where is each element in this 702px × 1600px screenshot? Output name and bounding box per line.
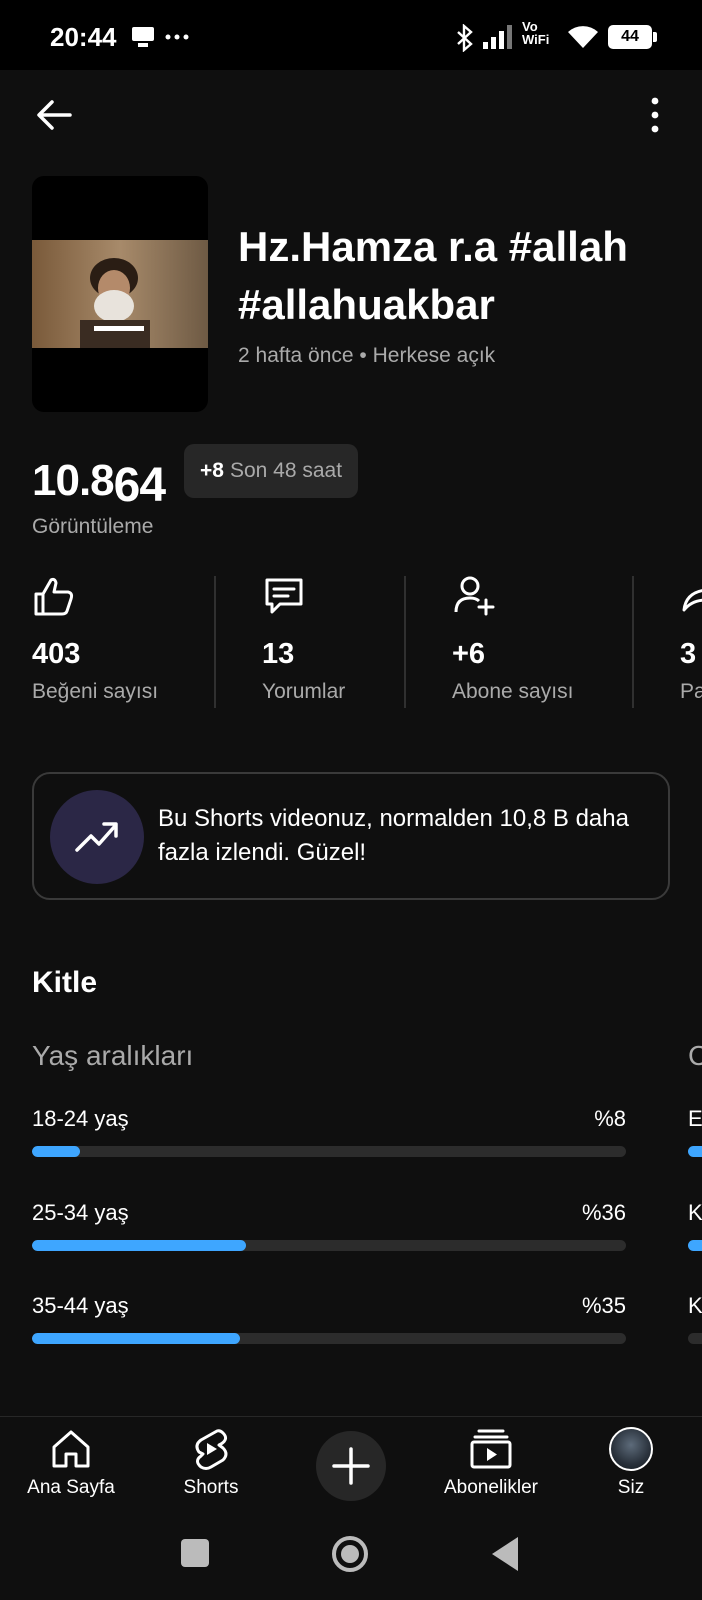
recent-views-chip: +8 Son 48 saat xyxy=(184,444,359,498)
create-button[interactable] xyxy=(316,1431,386,1501)
age-ranges-title: Yaş aralıkları xyxy=(32,1040,194,1071)
next-card-title-peek: C xyxy=(688,1040,702,1071)
nav-home[interactable]: Ana Sayfa xyxy=(6,1427,136,1499)
recent-views-period: Son 48 saat xyxy=(229,459,343,482)
vowifi-icon: Vo WiFi xyxy=(522,19,550,47)
insight-card[interactable]: Bu Shorts videonuz, normalden 10,8 B dah… xyxy=(32,772,670,900)
metric-shares[interactable]: 3 Pa xyxy=(680,574,702,710)
bluetooth-icon xyxy=(457,24,473,52)
age-bar-fill xyxy=(32,1240,246,1251)
comment-icon xyxy=(265,578,303,614)
metric-label: Pa xyxy=(680,680,702,703)
metric-divider xyxy=(404,576,406,708)
metric-label: Yorumlar xyxy=(262,680,346,703)
metric-label: Beğeni sayısı xyxy=(32,680,159,703)
next-card-label-peek: K xyxy=(688,1293,702,1318)
metric-divider xyxy=(632,576,634,708)
recents-square-icon[interactable] xyxy=(178,1536,212,1570)
more-vert-icon[interactable] xyxy=(640,92,670,138)
metric-value: 3 xyxy=(680,638,697,670)
shorts-icon xyxy=(195,1429,228,1470)
more-dots-icon xyxy=(165,34,189,40)
system-nav xyxy=(0,1510,702,1600)
plus-icon xyxy=(332,1447,370,1485)
share-icon xyxy=(682,589,702,612)
age-percent: %8 xyxy=(594,1106,626,1131)
recent-views-delta: +8 xyxy=(200,459,224,482)
nav-label: Abonelikler xyxy=(444,1477,538,1498)
trending-up-icon xyxy=(75,822,118,852)
view-count-label: Görüntüleme xyxy=(32,515,154,538)
wifi-icon xyxy=(568,26,598,48)
thumbs-up-icon xyxy=(34,577,74,616)
avatar xyxy=(609,1427,653,1471)
metric-likes[interactable]: 403 Beğeni sayısı xyxy=(32,574,202,710)
nav-label: Siz xyxy=(617,1477,645,1498)
nav-label: Ana Sayfa xyxy=(27,1477,115,1498)
back-arrow-icon[interactable] xyxy=(32,92,78,138)
age-row: 35-44 yaş %35 xyxy=(32,1293,626,1353)
next-card-bar-peek xyxy=(688,1240,702,1251)
back-triangle-icon[interactable] xyxy=(488,1534,522,1574)
metric-divider xyxy=(214,576,216,708)
nav-shorts[interactable]: Shorts xyxy=(146,1427,276,1499)
battery-icon: 44 xyxy=(608,25,657,49)
age-bar-track xyxy=(32,1333,626,1344)
age-percent: %35 xyxy=(581,1293,626,1318)
nav-label: Shorts xyxy=(183,1477,239,1498)
next-card-label-peek: E xyxy=(688,1106,702,1131)
age-row: 25-34 yaş %36 xyxy=(32,1200,626,1260)
subscriptions-icon xyxy=(470,1429,512,1469)
view-count: 10.864 xyxy=(32,456,166,512)
age-label: 35-44 yaş xyxy=(32,1293,129,1318)
age-bar-fill xyxy=(32,1146,80,1157)
video-meta: 2 hafta önce • Herkese açık xyxy=(238,344,496,367)
cast-icon xyxy=(132,27,154,47)
age-label: 25-34 yaş xyxy=(32,1200,129,1225)
thumbnail-image xyxy=(32,240,208,348)
metric-value: +6 xyxy=(452,638,486,670)
top-bar xyxy=(0,70,702,160)
age-bar-fill xyxy=(32,1333,240,1344)
insight-text: Bu Shorts videonuz, normalden 10,8 B dah… xyxy=(158,805,629,866)
bottom-nav: Ana Sayfa Shorts Abonelikler Siz xyxy=(0,1416,702,1510)
metric-comments[interactable]: 13 Yorumlar xyxy=(262,574,392,710)
insight-icon-circle xyxy=(50,790,144,884)
home-circle-icon[interactable] xyxy=(330,1534,370,1574)
metric-label: Abone sayısı xyxy=(452,680,574,703)
age-bar-track xyxy=(32,1146,626,1157)
age-percent: %36 xyxy=(581,1200,626,1225)
nav-you[interactable]: Siz xyxy=(566,1427,696,1499)
status-bar: 20:44 Vo WiFi 44 xyxy=(0,0,702,70)
next-card-label-peek: K xyxy=(688,1200,702,1225)
next-card-bar-peek xyxy=(688,1146,702,1157)
metric-value: 13 xyxy=(262,638,295,670)
add-person-icon xyxy=(454,576,495,616)
audience-title: Kitle xyxy=(32,966,98,999)
age-bar-track xyxy=(32,1240,626,1251)
nav-subscriptions[interactable]: Abonelikler xyxy=(426,1427,556,1499)
metric-subscribers[interactable]: +6 Abone sayısı xyxy=(452,574,622,710)
age-row: 18-24 yaş %8 xyxy=(32,1106,626,1166)
video-thumbnail[interactable] xyxy=(32,176,208,412)
next-card-bar-peek xyxy=(688,1333,702,1344)
home-icon xyxy=(52,1430,90,1468)
metric-value: 403 xyxy=(32,638,81,670)
signal-icon xyxy=(483,25,512,49)
age-label: 18-24 yaş xyxy=(32,1106,129,1131)
status-time: 20:44 xyxy=(50,22,117,52)
video-title: Hz.Hamza r.a #allah #allahuakbar xyxy=(238,223,628,328)
